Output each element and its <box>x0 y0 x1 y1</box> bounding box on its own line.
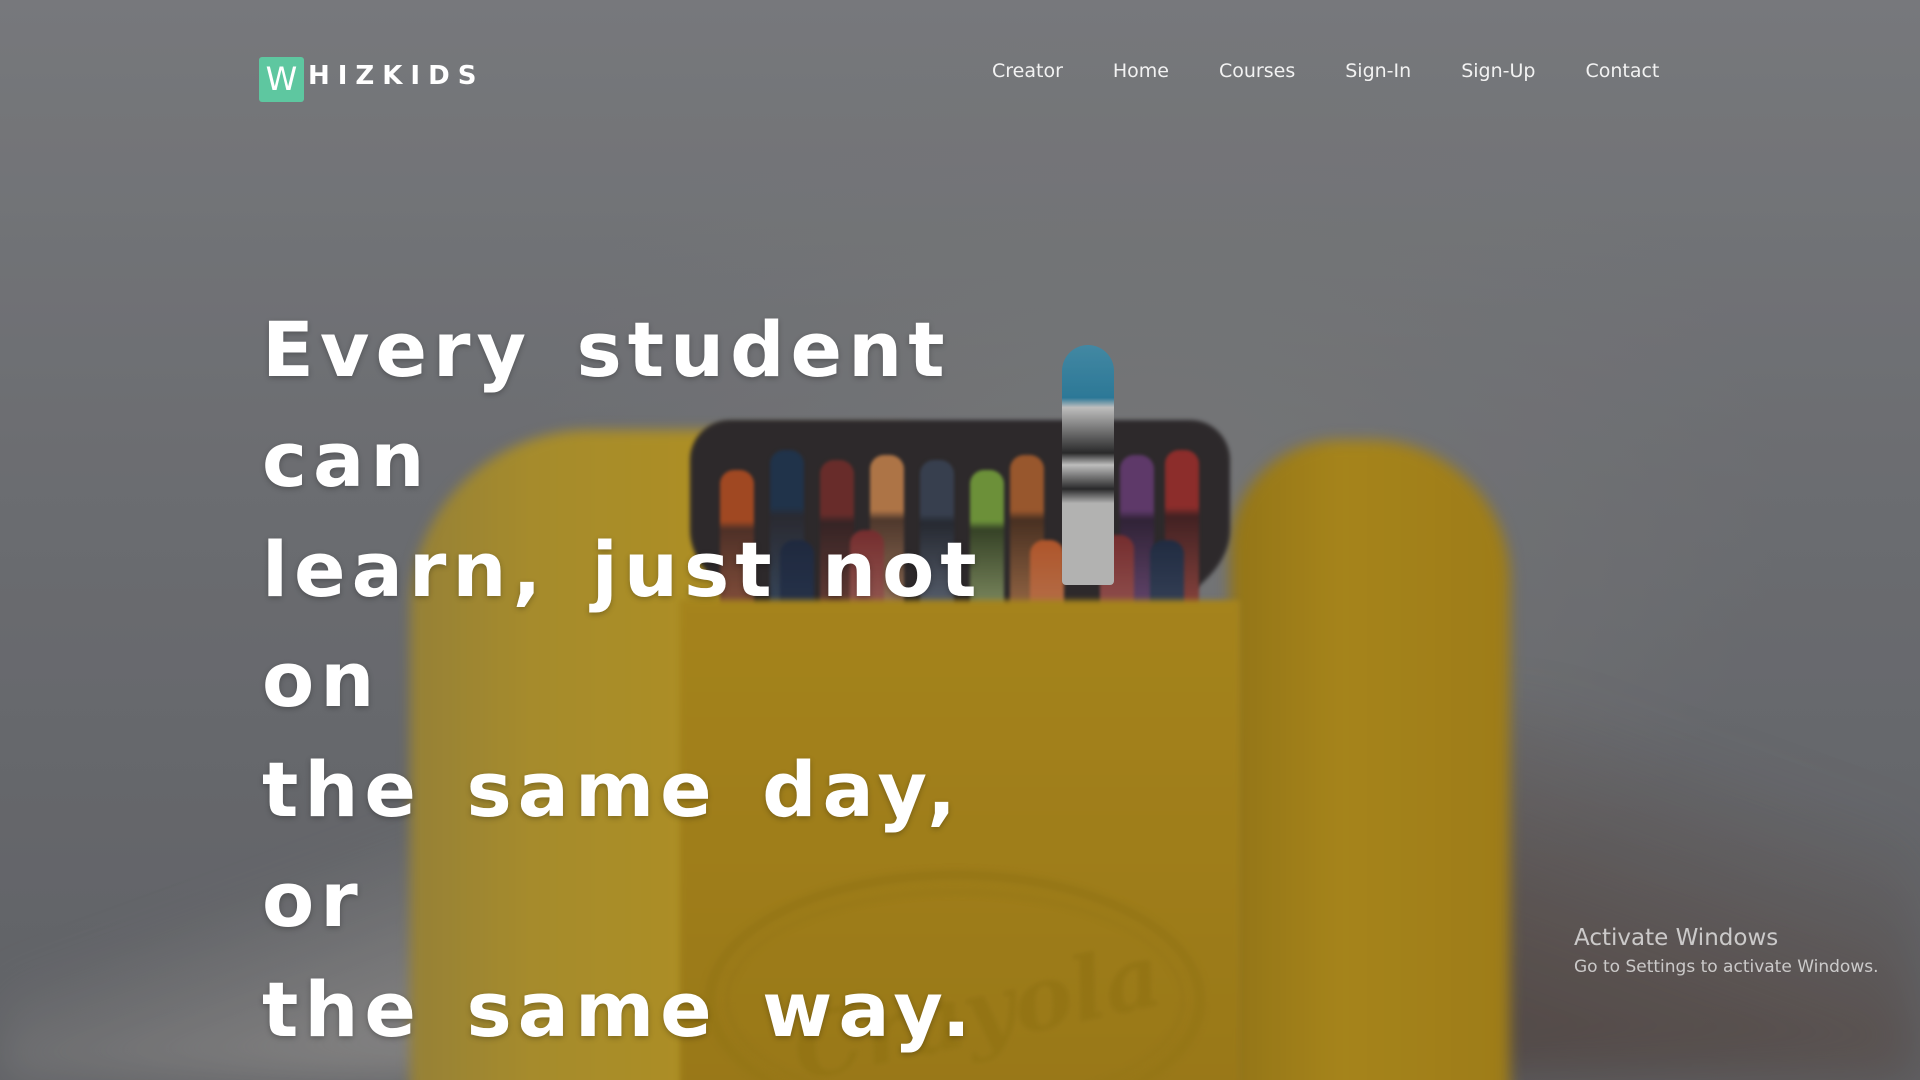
main-nav: Creator Home Courses Sign-In Sign-Up Con… <box>992 60 1659 82</box>
nav-link-creator[interactable]: Creator <box>992 60 1063 82</box>
brand-mark-icon: W <box>259 56 304 102</box>
nav-link-contact[interactable]: Contact <box>1585 60 1659 82</box>
brand-logo[interactable]: W HIZKIDS <box>259 56 484 102</box>
hero-headline: Every student can learn, just not on the… <box>262 295 1082 1065</box>
windows-activation-watermark: Activate Windows Go to Settings to activ… <box>1574 925 1879 977</box>
nav-link-sign-up[interactable]: Sign-Up <box>1461 60 1535 82</box>
site-header: W HIZKIDS Creator Home Courses Sign-In S… <box>0 0 1920 150</box>
hero-line: learn, just not on <box>262 525 983 724</box>
nav-link-sign-in[interactable]: Sign-In <box>1345 60 1411 82</box>
watermark-subtitle: Go to Settings to activate Windows. <box>1574 957 1879 977</box>
hero-line: the same way. <box>262 965 977 1054</box>
hero-line: Every student can <box>262 305 951 504</box>
hero-line: the same day, or <box>262 745 963 944</box>
nav-link-home[interactable]: Home <box>1113 60 1169 82</box>
watermark-title: Activate Windows <box>1574 925 1779 951</box>
nav-link-courses[interactable]: Courses <box>1219 60 1295 82</box>
brand-name: HIZKIDS <box>308 61 485 91</box>
